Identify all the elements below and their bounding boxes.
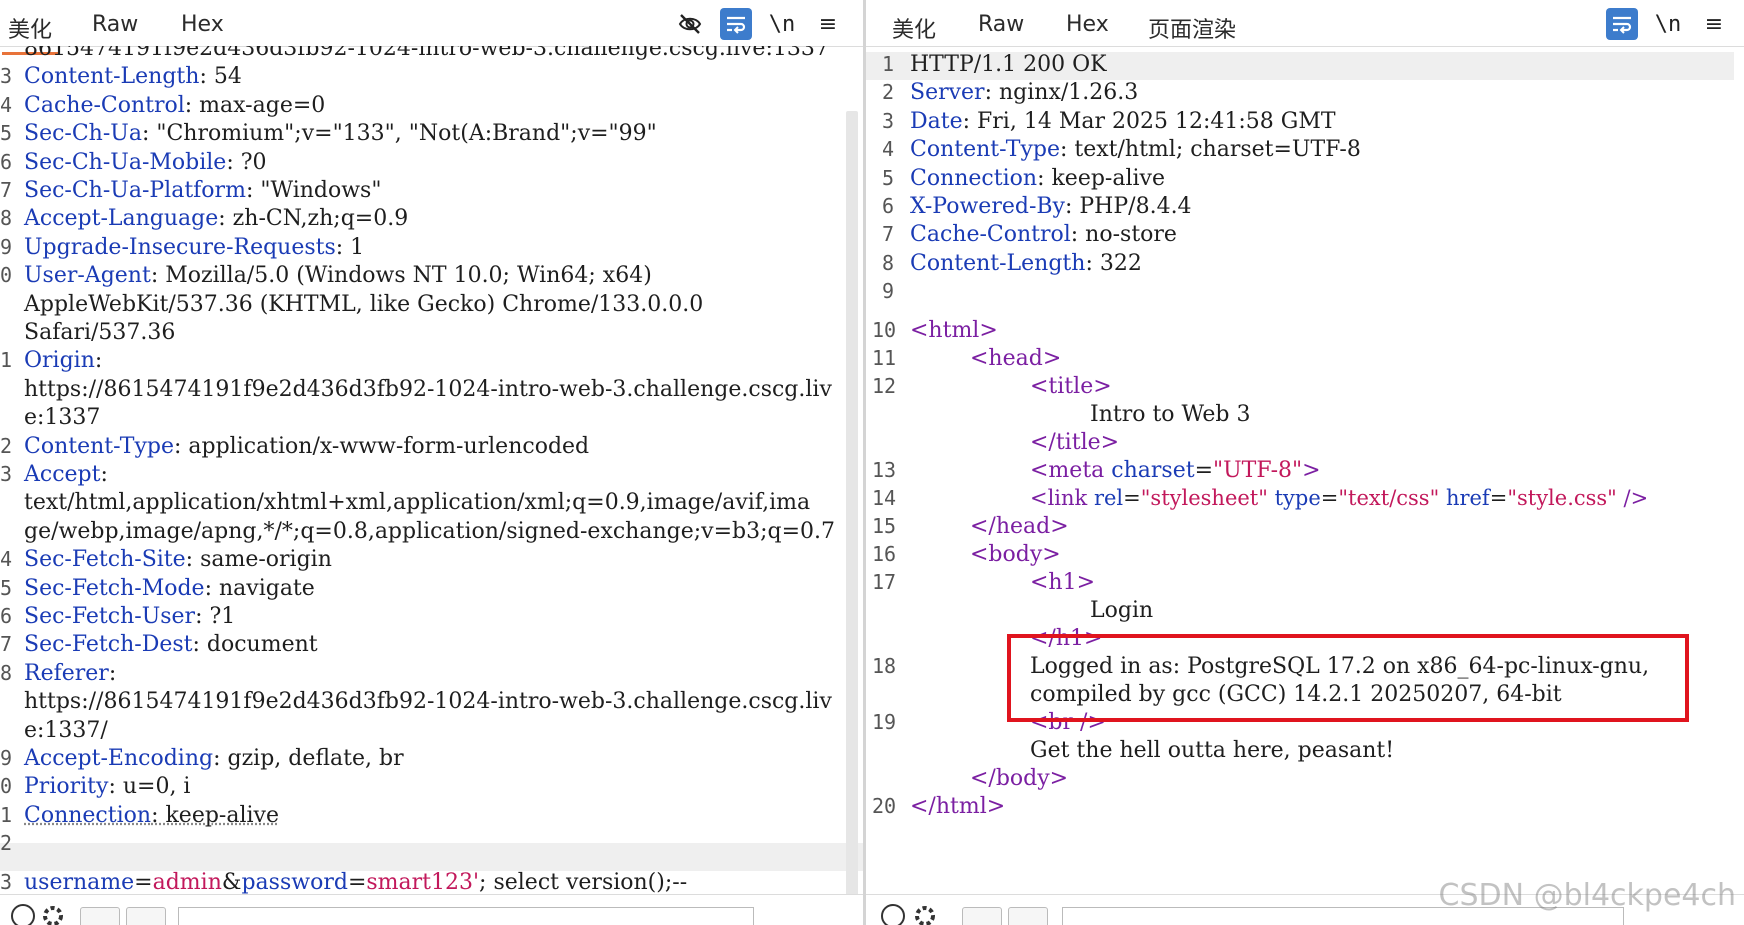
request-line: 2 [0,831,13,856]
request-line: 5 Sec-Fetch-Mode: navigate [0,575,315,601]
response-line: Login [1090,598,1154,623]
tab-hex[interactable]: Hex [181,12,224,37]
request-line: 6 Sec-Ch-Ua-Mobile: ?0 [0,149,267,175]
response-line: Get the hell outta here, peasant! [1030,738,1395,763]
tab-render[interactable]: 页面渲染 [1148,12,1236,44]
request-tabbar: 美化 Raw Hex \n ≡ [0,0,863,55]
response-header-line: 1 HTTP/1.1 200 OK [882,52,1107,77]
menu-icon[interactable]: ≡ [1698,8,1730,40]
wrap-lines-icon[interactable] [1606,8,1638,40]
request-line: 7 Sec-Fetch-Dest: document [0,632,318,658]
request-bottom-toolbar [0,894,863,925]
response-header-line: 5 Connection: keep-alive [882,165,1165,191]
newline-toggle[interactable]: \n [766,8,798,40]
help-icon[interactable] [10,903,36,925]
request-line: 6 Sec-Fetch-User: ?1 [0,604,236,629]
request-line: 3 Accept: [0,462,108,487]
highlight-box [1007,634,1689,722]
response-line: </title> [1030,430,1120,455]
gear-icon[interactable] [40,903,66,925]
request-editor[interactable]: 8615474191f9e2d436d3fb92-1024-intro-web-… [0,46,863,895]
response-line: 13 <meta charset="UTF-8"> [872,458,1321,483]
response-line: 15 </head> [872,514,1069,539]
next-match-button[interactable] [126,907,166,925]
request-line: ge/webp,image/apng,*/*;q=0.8,application… [24,518,836,544]
menu-icon[interactable]: ≡ [812,8,844,40]
response-tabbar: 美化 Raw Hex 页面渲染 \n ≡ [866,0,1744,55]
prev-match-button[interactable] [962,907,1002,925]
help-icon[interactable] [880,903,906,925]
tab-raw[interactable]: Raw [92,12,138,37]
response-header-line: 9 [882,279,895,304]
wrap-lines-icon[interactable] [720,8,752,40]
response-header-line: 7 Cache-Control: no-store [882,222,1177,248]
response-line: </body> [970,766,1069,791]
response-pane: 美化 Raw Hex 页面渲染 \n ≡ 1 HTTP/1.1 200 OK 2 Se… [866,0,1744,925]
request-line: 2 Content-Type: application/x-www-form-ur… [0,433,590,459]
request-line: 1 Origin: [0,348,103,374]
response-line: 16 <body> [872,542,1061,567]
request-search-input[interactable] [178,907,754,925]
next-match-button[interactable] [1008,907,1048,925]
request-line: 4 Sec-Fetch-Site: same-origin [0,547,332,573]
tab-hex[interactable]: Hex [1066,12,1109,37]
request-line: 1 Connection: keep-alive [0,802,279,828]
request-line: https://8615474191f9e2d436d3fb92-1024-in… [24,689,832,715]
request-line: 0 User-Agent: Mozilla/5.0 (Windows NT 10.… [0,263,652,289]
request-line: 4 Cache-Control: max-age=0 [0,92,326,118]
request-line: 9 Upgrade-Insecure-Requests: 1 [0,234,365,260]
response-line: 11 <head> [872,346,1062,371]
response-header-line: 2 Server: nginx/1.26.3 [882,80,1139,106]
prev-match-button[interactable] [80,907,120,925]
request-line: 8615474191f9e2d436d3fb92-1024-intro-web-… [24,46,829,61]
response-editor[interactable]: 1 HTTP/1.1 200 OK 2 Server: nginx/1.26.3 3 Da… [866,46,1744,895]
request-body-line: 3 username=admin&password=smart123'; sel… [0,870,688,895]
response-header-line: 8 Content-Length: 322 [882,250,1142,276]
tab-raw[interactable]: Raw [978,12,1024,37]
request-line: Safari/537.36 [24,320,176,345]
watermark: CSDN @bl4ckpe4ch [1438,878,1737,913]
tab-pretty[interactable]: 美化 [885,12,945,55]
request-line: 3 Content-Length: 54 [0,64,242,90]
request-pane: 美化 Raw Hex \n ≡ 8615474191f9e2d436d3fb92… [0,0,863,925]
response-line: 12 <title> [872,374,1112,399]
request-line: 8 Referer: [0,660,117,686]
request-line: 8 Accept-Language: zh-CN,zh;q=0.9 [0,206,409,232]
request-line: 7 Sec-Ch-Ua-Platform: "Windows" [0,178,382,203]
request-line: AppleWebKit/537.36 (KHTML, like Gecko) C… [24,291,704,317]
newline-toggle[interactable]: \n [1652,8,1684,40]
tab-pretty[interactable]: 美化 [1,12,61,55]
request-line: text/html,application/xhtml+xml,applicat… [24,490,811,516]
response-header-line: 4 Content-Type: text/html; charset=UTF-8 [882,137,1361,163]
request-line: 9 Accept-Encoding: gzip, deflate, br [0,746,404,771]
request-line: https://8615474191f9e2d436d3fb92-1024-in… [24,376,832,402]
response-line: 10 <html> [872,318,998,343]
response-line: 20 </html> [872,794,1006,819]
response-header-line: 6 X-Powered-By: PHP/8.4.4 [882,194,1192,219]
response-line: 14 <link rel="stylesheet" type="text/css… [872,486,1649,510]
request-scrollbar[interactable] [846,111,858,895]
request-line: 0 Priority: u=0, i [0,774,191,800]
request-line: 5 Sec-Ch-Ua: "Chromium";v="133", "Not(A:B… [0,121,657,147]
request-line: e:1337 [24,405,101,431]
response-header-line: 3 Date: Fri, 14 Mar 2025 12:41:58 GMT [882,108,1336,134]
response-line: Intro to Web 3 [1090,402,1251,427]
eye-off-icon[interactable] [674,8,706,40]
response-line: 17 <h1> [872,570,1096,595]
request-line: e:1337/ [24,717,108,743]
gear-icon[interactable] [912,903,938,925]
